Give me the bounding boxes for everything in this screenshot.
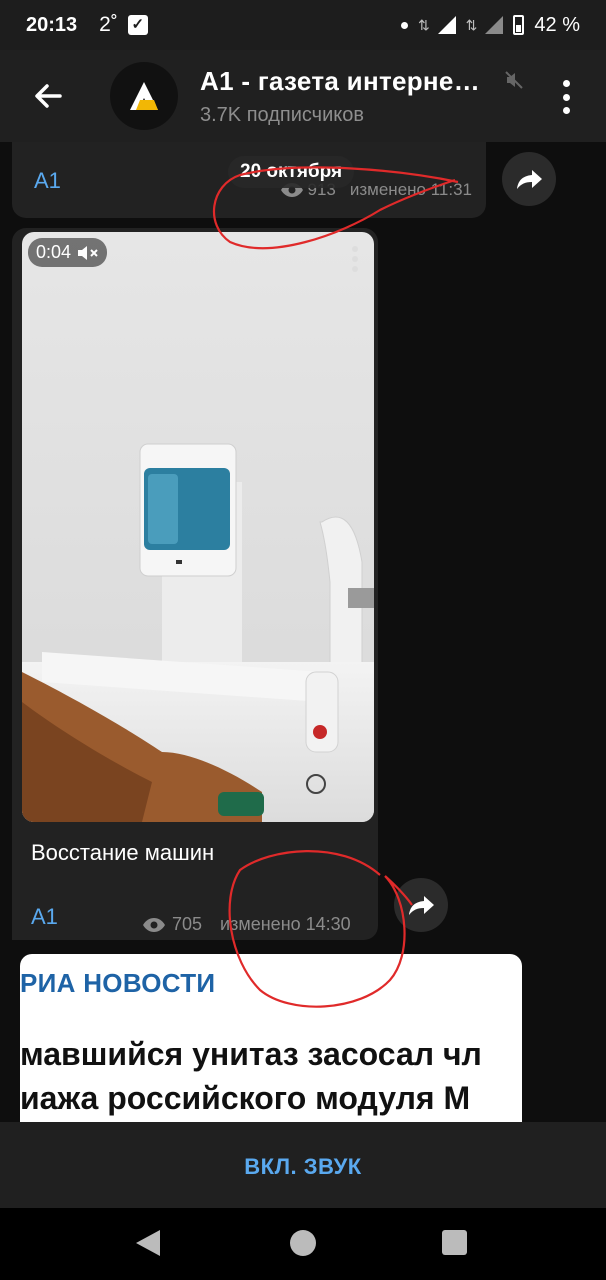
view-count: 705 <box>172 914 203 934</box>
headline: мавшийся унитаз засосал чл иажа российск… <box>20 1032 482 1120</box>
channel-avatar[interactable] <box>110 62 178 130</box>
video-duration-badge[interactable]: 0:04 <box>28 238 108 267</box>
share-button[interactable] <box>394 878 448 932</box>
channel-title[interactable]: A1 - газета интерне… <box>200 66 480 97</box>
dot-icon <box>562 107 570 114</box>
subscriber-count: 3.7K подписчиков <box>200 104 364 126</box>
channel-header: A1 - газета интерне… 3.7K подписчиков <box>0 50 606 142</box>
dot-icon <box>352 246 358 252</box>
nav-home-icon[interactable] <box>290 1230 316 1256</box>
video-duration: 0:04 <box>36 242 72 262</box>
battery-percent: 42 % <box>534 13 580 36</box>
dot-icon <box>352 256 358 262</box>
video-player[interactable] <box>22 232 374 822</box>
message-caption: Восстание машин <box>31 840 215 865</box>
share-button[interactable] <box>502 152 556 206</box>
sound-muted-icon <box>78 245 98 260</box>
video-frame <box>22 232 374 822</box>
muted-icon <box>504 70 524 90</box>
notification-dot-icon <box>400 21 408 29</box>
a1-logo-icon <box>130 82 158 110</box>
arrow-left-icon <box>35 84 62 108</box>
data-transfer-icon: ⇅ <box>417 16 430 33</box>
headline-line: мавшийся унитаз засосал чл <box>20 1036 482 1072</box>
dot-icon <box>562 93 570 101</box>
date-pill: 20 октября <box>228 156 355 188</box>
sound-bar: ВКЛ. ЗВУК <box>0 1122 606 1208</box>
enable-sound-button[interactable]: ВКЛ. ЗВУК <box>244 1154 361 1180</box>
system-nav-bar <box>0 1208 606 1280</box>
image-message[interactable]: РИА НОВОСТИ мавшийся унитаз засосал чл и… <box>20 954 522 1122</box>
nav-back-icon[interactable] <box>136 1230 160 1256</box>
back-button[interactable] <box>30 78 66 114</box>
edited-time: изменено 11:31 <box>349 180 472 199</box>
message-list[interactable]: A1 913 изменено 11:31 20 октября 0:04 Во… <box>0 142 606 1122</box>
status-icons: ⇅ ⇅ 42 % <box>400 0 580 50</box>
more-options-button[interactable] <box>556 80 576 114</box>
dot-icon <box>562 80 570 87</box>
message-author[interactable]: A1 <box>31 904 58 930</box>
data-transfer-icon-2: ⇅ <box>465 16 478 33</box>
status-bar: 20:13 2˚ ✓ ⇅ ⇅ 42 % <box>0 0 606 50</box>
message-author[interactable]: A1 <box>34 168 61 194</box>
dot-icon <box>352 266 358 272</box>
edited-time: изменено 14:30 <box>220 914 351 934</box>
views-eye-icon <box>143 917 165 932</box>
weather-temperature: 2˚ <box>99 13 118 36</box>
checkbox-notification-icon: ✓ <box>127 15 148 35</box>
message-meta: 705 изменено 14:30 <box>142 914 351 935</box>
signal-icon <box>437 16 456 34</box>
signal-icon-2 <box>485 16 504 34</box>
nav-recents-icon[interactable] <box>442 1230 467 1255</box>
share-arrow-icon <box>517 170 542 189</box>
headline-line: иажа российского модуля М <box>20 1080 471 1116</box>
battery-icon <box>513 15 525 35</box>
share-arrow-icon <box>409 896 434 915</box>
clock: 20:13 <box>26 13 78 36</box>
video-menu-button[interactable] <box>351 246 359 272</box>
source-label: РИА НОВОСТИ <box>20 968 216 998</box>
